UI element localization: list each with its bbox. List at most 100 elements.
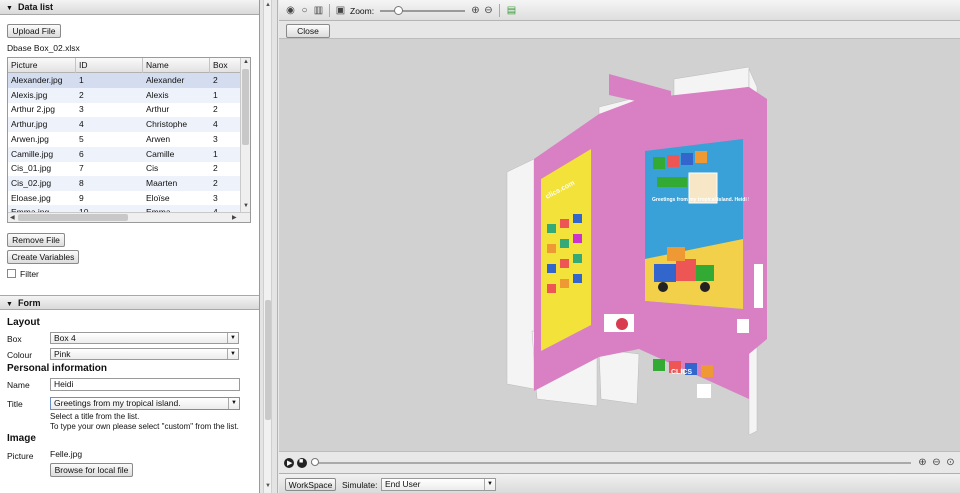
zoom-out-icon[interactable]: ⊖ <box>931 457 942 468</box>
zoom-slider[interactable] <box>380 6 465 15</box>
table-horizontal-scrollbar[interactable]: ◀ ▶ <box>8 212 250 222</box>
data-list-title: Data list <box>18 2 54 12</box>
toolbar-separator <box>329 4 330 17</box>
cell-name: Christophe <box>146 119 188 130</box>
cell-name: Alexander <box>146 75 185 85</box>
cell-picture: Arthur 2.jpg <box>11 104 55 115</box>
cell-box: 2 <box>213 104 218 115</box>
picture-label: Picture <box>7 451 34 461</box>
name-label: Name <box>7 380 30 390</box>
cell-id: 3 <box>79 104 84 115</box>
table-row[interactable]: Arwen.jpg 5 Arwen 3 <box>8 132 242 147</box>
browse-local-file-button[interactable]: Browse for local file <box>50 463 133 477</box>
data-list-header[interactable]: ▼ Data list <box>0 0 259 15</box>
table-row[interactable]: Camille.jpg 6 Camille 1 <box>8 146 242 162</box>
collapse-triangle-icon[interactable]: ▼ <box>6 297 18 312</box>
play-icon[interactable]: ▶ <box>284 458 294 468</box>
timeline-knob[interactable] <box>311 458 319 466</box>
cell-box: 3 <box>213 133 218 144</box>
timeline-slider[interactable] <box>311 458 911 466</box>
reset-view-icon[interactable]: ⊙ <box>945 457 956 468</box>
title-hint-line-1: Select a title from the list. <box>50 412 140 421</box>
collapse-triangle-icon[interactable]: ▼ <box>6 1 18 16</box>
cell-id: 6 <box>79 148 84 159</box>
save-icon[interactable]: ▣ <box>335 5 346 16</box>
column-header-picture[interactable]: Picture <box>8 58 76 73</box>
cell-name: Alexis <box>146 89 169 100</box>
greeting-banner <box>657 177 687 187</box>
data-table[interactable]: Picture ID Name Box Alexander.jpg 1 Alexan… <box>7 57 251 223</box>
simulate-select[interactable]: End User ▼ <box>381 478 496 491</box>
panel-splitter[interactable]: ▲ ▼ <box>260 0 278 493</box>
toolbar-separator <box>499 4 500 17</box>
chevron-down-icon[interactable]: ▼ <box>227 349 238 359</box>
cell-picture: Camille.jpg <box>11 148 54 159</box>
table-row[interactable]: Cis_01.jpg 7 Cis 2 <box>8 161 242 176</box>
scroll-up-arrow-icon[interactable]: ▲ <box>265 2 271 8</box>
box-select[interactable]: Box 4 ▼ <box>50 332 239 344</box>
chevron-down-icon[interactable]: ▼ <box>227 333 238 343</box>
simulate-select-value: End User <box>385 479 421 489</box>
scroll-thumb[interactable] <box>265 300 271 420</box>
cell-box: 1 <box>213 148 218 159</box>
create-variables-button[interactable]: Create Variables <box>7 250 79 264</box>
scroll-down-arrow-icon[interactable]: ▼ <box>243 203 249 209</box>
scroll-left-arrow-icon[interactable]: ◀ <box>10 214 15 221</box>
scroll-up-arrow-icon[interactable]: ▲ <box>243 59 249 65</box>
print-icon[interactable]: ▤ <box>506 5 517 16</box>
bottom-flap <box>598 348 640 405</box>
chevron-down-icon[interactable]: ▼ <box>484 479 495 490</box>
cell-picture: Alexis.jpg <box>11 89 48 100</box>
table-row[interactable]: Alexander.jpg 1 Alexander 2 <box>8 73 242 88</box>
table-row[interactable]: Arthur 2.jpg 3 Arthur 2 <box>8 102 242 117</box>
chevron-down-icon[interactable]: ▼ <box>228 398 239 409</box>
zoom-slider-knob[interactable] <box>394 6 403 15</box>
filter-checkbox[interactable] <box>7 269 16 278</box>
box-select-value: Box 4 <box>54 333 76 343</box>
scroll-thumb[interactable] <box>18 214 128 221</box>
colour-select[interactable]: Pink ▼ <box>50 348 239 360</box>
form-header[interactable]: ▼ Form <box>0 295 259 310</box>
cell-id: 4 <box>79 119 84 130</box>
circle-icon[interactable]: ○ <box>299 5 310 16</box>
zoom-in-icon[interactable]: ⊕ <box>470 5 481 16</box>
table-row[interactable]: Alexis.jpg 2 Alexis 1 <box>8 87 242 103</box>
close-button[interactable]: Close <box>286 24 330 38</box>
cell-picture: Cis_02.jpg <box>11 177 52 188</box>
name-field[interactable]: Heidi <box>50 378 240 391</box>
form-title: Form <box>18 298 41 308</box>
book-icon[interactable]: ▥ <box>313 5 324 16</box>
table-row[interactable]: Eloase.jpg 9 Eloïse 3 <box>8 191 242 206</box>
scroll-right-arrow-icon[interactable]: ▶ <box>232 214 237 221</box>
scroll-down-arrow-icon[interactable]: ▼ <box>265 483 271 489</box>
qr-code <box>737 319 751 333</box>
column-header-name[interactable]: Name <box>143 58 210 73</box>
scroll-thumb[interactable] <box>242 69 249 145</box>
left-panel-scrollbar[interactable]: ▲ ▼ <box>263 0 272 493</box>
cell-name: Cis <box>146 163 159 174</box>
stop-icon[interactable]: ■ <box>297 458 307 468</box>
title-hint-line-2: To type your own please select "custom" … <box>50 422 239 431</box>
column-header-id[interactable]: ID <box>76 58 143 73</box>
eye-icon[interactable]: ◉ <box>285 5 296 16</box>
remove-file-button[interactable]: Remove File <box>7 233 65 247</box>
cell-box: 2 <box>213 177 218 188</box>
cell-box: 2 <box>213 163 218 174</box>
left-panel: ▼ Data list Upload File Dbase Box_02.xlsx… <box>0 0 260 493</box>
zoom-in-icon[interactable]: ⊕ <box>917 457 928 468</box>
greeting-text: Greetings from my tropical island. Heidi… <box>652 197 750 203</box>
3d-viewport[interactable]: clics.com Greetings from my tropical isl… <box>279 39 960 451</box>
column-header-box[interactable]: Box <box>210 58 242 73</box>
zoom-out-icon[interactable]: ⊖ <box>483 5 494 16</box>
table-header-row: Picture ID Name Box <box>8 58 242 73</box>
upload-file-button[interactable]: Upload File <box>7 24 61 38</box>
table-row[interactable]: Cis_02.jpg 8 Maarten 2 <box>8 175 242 191</box>
file-name-label: Dbase Box_02.xlsx <box>7 43 80 53</box>
personal-info-section-title: Personal information <box>7 363 108 374</box>
workspace-button[interactable]: WorkSpace <box>285 478 336 491</box>
title-select[interactable]: Greetings from my tropical island. ▼ <box>50 397 240 410</box>
bottom-bar: WorkSpace Simulate: End User ▼ <box>279 473 960 493</box>
table-vertical-scrollbar[interactable]: ▲ ▼ <box>240 58 250 213</box>
cell-id: 9 <box>79 192 84 203</box>
table-row[interactable]: Arthur.jpg 4 Christophe 4 <box>8 117 242 133</box>
